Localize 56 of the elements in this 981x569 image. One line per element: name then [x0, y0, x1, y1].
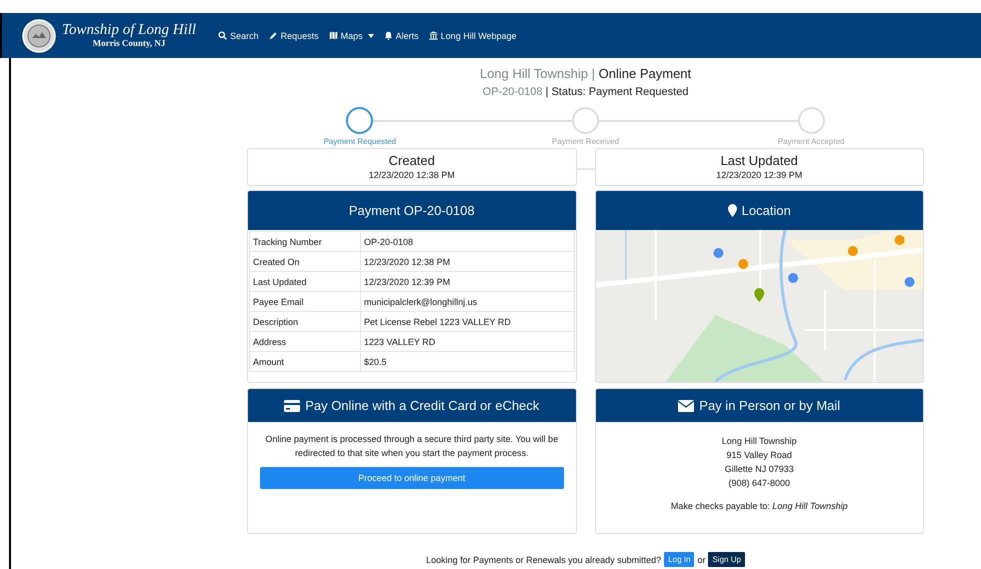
table-cell: municipalclerk@longhillnj.us: [360, 292, 574, 312]
step-label: Payment Received: [552, 137, 620, 146]
card-title: Pay Online with a Credit Card or eCheck: [305, 398, 540, 413]
address-line: (908) 647-8000: [728, 477, 790, 490]
login-button[interactable]: Log In: [664, 552, 694, 567]
pencil-icon: [268, 31, 278, 40]
envelope-icon: [678, 400, 694, 412]
nav-link[interactable]: Alerts: [384, 30, 419, 40]
table-cell: Tracking Number: [250, 232, 360, 252]
nav-link[interactable]: Search: [218, 30, 259, 40]
proceed-button[interactable]: Proceed to online payment: [260, 467, 564, 489]
table-cell: $20.5: [360, 352, 574, 372]
table-cell: 12/23/2020 12:38 PM: [360, 252, 574, 272]
search-icon: [218, 31, 228, 40]
address-line: Gillette NJ 07933: [724, 463, 794, 476]
payable-note: Make checks payable to: Long Hill Township: [670, 500, 848, 513]
date-title: Last Updated: [720, 152, 799, 169]
table-cell: Description: [250, 312, 360, 332]
caret-icon: [368, 34, 374, 38]
table-cell: Created On: [250, 252, 360, 272]
date-value: 12/23/2020 12:39 PM: [715, 169, 804, 182]
address-line: Long Hill Township: [722, 435, 797, 448]
step-label: Payment Accepted: [778, 137, 845, 146]
address-line: 915 Valley Road: [726, 449, 792, 462]
nav-link[interactable]: Long Hill Webpage: [428, 30, 517, 40]
map-drawing[interactable]: [596, 230, 923, 382]
signup-button[interactable]: Sign Up: [708, 552, 745, 567]
table-cell: Amount: [250, 352, 360, 372]
page-subtitle: OP-20-0108 | Status: Payment Requested: [482, 85, 690, 100]
table-cell: OP-20-0108: [360, 232, 574, 252]
card-header: Payment OP-20-0108: [248, 191, 576, 230]
page-title: Long Hill Township | Online Payment: [478, 65, 692, 83]
step-label: Payment Requested: [324, 137, 396, 146]
table-cell: Last Updated: [250, 272, 360, 292]
nav-link[interactable]: Maps: [328, 30, 374, 40]
date-value: 12/23/2020 12:38 PM: [368, 169, 456, 182]
table-cell: Address: [250, 332, 360, 352]
bell-icon: [384, 31, 393, 40]
table-cell: 1223 VALLEY RD: [360, 332, 574, 352]
info-text: Online payment is processed through a secure third party site. You will be redirected to that site when you start the payment process.: [264, 433, 560, 460]
table-cell: 12/23/2020 12:39 PM: [360, 272, 574, 292]
footer-text: Looking for Payments or Renewals you already submitted?: [426, 554, 662, 564]
footer-text: or: [697, 554, 706, 564]
table-cell: Payee Email: [250, 292, 360, 312]
brand-title[interactable]: Township of Long Hill: [62, 22, 196, 38]
seal-logo: [22, 18, 56, 52]
card-title: Location: [742, 203, 791, 218]
card-title: Pay in Person or by Mail: [699, 398, 840, 413]
date-title: Created: [388, 152, 436, 169]
map-icon: [328, 31, 338, 40]
building-icon: [428, 31, 438, 40]
nav-link[interactable]: Requests: [268, 30, 319, 40]
credit-card-icon: [284, 400, 300, 412]
map-pin-icon: [728, 204, 737, 217]
brand-subtitle: Morris County, NJ: [92, 38, 166, 49]
table-cell: Pet License Rebel 1223 VALLEY RD: [360, 312, 574, 332]
